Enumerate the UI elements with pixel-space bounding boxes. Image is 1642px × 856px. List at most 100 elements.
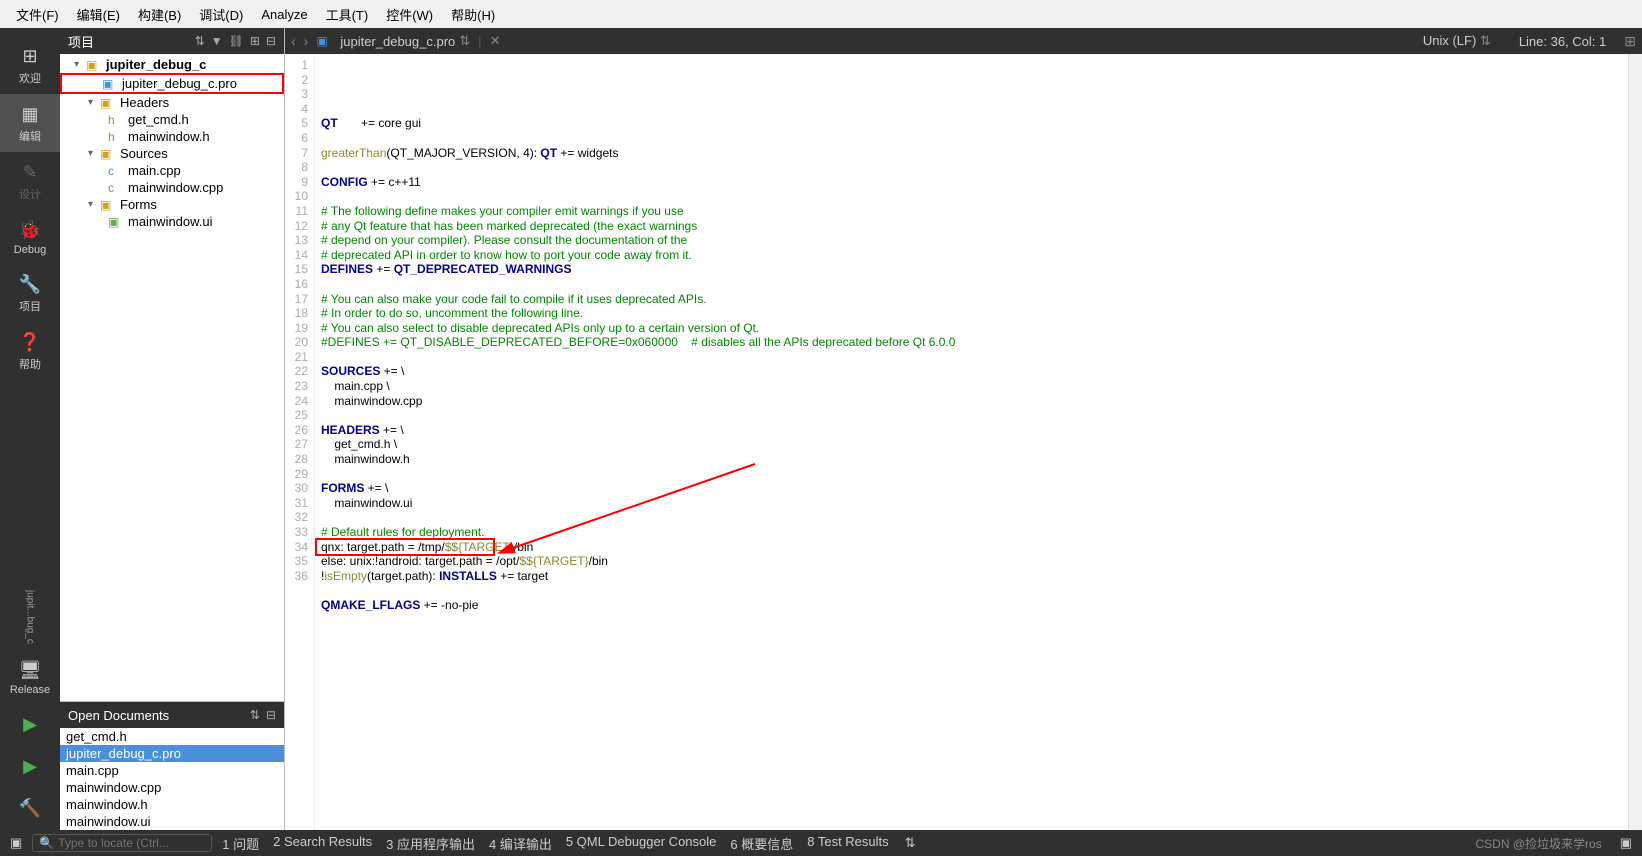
mode-help[interactable]: ❓帮助 [0, 322, 60, 380]
pro-file[interactable]: ▣jupiter_debug_c.pro [60, 73, 284, 94]
code-line[interactable] [321, 350, 1622, 365]
locator-search[interactable]: 🔍 [32, 834, 212, 852]
open-docs-list[interactable]: get_cmd.hjupiter_debug_c.promain.cppmain… [60, 728, 284, 830]
nav-back-icon[interactable]: ‹ [291, 33, 296, 49]
headers-folder[interactable]: ▾▣Headers [60, 94, 284, 111]
build-button[interactable]: 🔨 [0, 788, 60, 830]
menu-build[interactable]: 构建(B) [130, 3, 189, 26]
code-line[interactable]: mainwindow.h [321, 452, 1622, 467]
output-tab[interactable]: 3 应用程序输出 [380, 834, 481, 853]
output-tab[interactable]: 2 Search Results [267, 834, 378, 853]
open-doc-item[interactable]: jupiter_debug_c.pro [60, 745, 284, 762]
header-file[interactable]: hmainwindow.h [60, 128, 284, 145]
header-file[interactable]: hget_cmd.h [60, 111, 284, 128]
split-editor-icon[interactable]: ⊞ [1624, 33, 1636, 50]
code-line[interactable]: QT += core gui [321, 116, 1622, 131]
output-tab[interactable]: 5 QML Debugger Console [560, 834, 723, 853]
kit-selector[interactable]: 🖥Release [0, 650, 60, 704]
code-line[interactable]: FORMS += \ [321, 481, 1622, 496]
split-icon[interactable]: ⊟ [266, 34, 276, 48]
code-line[interactable]: DEFINES += QT_DEPRECATED_WARNINGS [321, 262, 1622, 277]
line-number-gutter[interactable]: 1234567891011121314151617181920212223242… [285, 54, 315, 830]
open-doc-item[interactable]: mainwindow.cpp [60, 779, 284, 796]
code-line[interactable]: QMAKE_LFLAGS += -no-pie [321, 598, 1622, 613]
split-icon[interactable]: ⊟ [266, 708, 276, 722]
open-doc-item[interactable]: get_cmd.h [60, 728, 284, 745]
sidebar-toggle-icon[interactable]: ▣ [4, 835, 28, 851]
code-line[interactable]: CONFIG += c++11 [321, 175, 1622, 190]
code-line[interactable]: SOURCES += \ [321, 364, 1622, 379]
code-line[interactable]: !isEmpty(target.path): INSTALLS += targe… [321, 569, 1622, 584]
code-line[interactable] [321, 189, 1622, 204]
chevron-icon[interactable]: ⇅ [899, 835, 922, 851]
forms-folder[interactable]: ▾▣Forms [60, 196, 284, 213]
menu-debug[interactable]: 调试(D) [191, 3, 251, 26]
link-icon[interactable]: ⛓ [229, 34, 244, 48]
code-line[interactable]: mainwindow.ui [321, 496, 1622, 511]
close-editor-icon[interactable]: ✕ [490, 33, 501, 49]
code-line[interactable] [321, 583, 1622, 598]
code-line[interactable]: # You can also select to disable depreca… [321, 321, 1622, 336]
output-tab[interactable]: 6 概要信息 [724, 834, 799, 853]
locator-input[interactable] [58, 836, 198, 850]
code-line[interactable] [321, 131, 1622, 146]
open-doc-item[interactable]: mainwindow.h [60, 796, 284, 813]
code-line[interactable]: # deprecated API in order to know how to… [321, 248, 1622, 263]
debug-run-button[interactable]: ▶ [0, 746, 60, 788]
menu-file[interactable]: 文件(F) [8, 3, 67, 26]
code-line[interactable]: qnx: target.path = /tmp/$${TARGET}/bin [321, 540, 1622, 555]
code-line[interactable] [321, 627, 1622, 642]
output-tab[interactable]: 4 编译输出 [483, 834, 558, 853]
code-line[interactable]: # Default rules for deployment. [321, 525, 1622, 540]
code-line[interactable]: HEADERS += \ [321, 423, 1622, 438]
nav-forward-icon[interactable]: › [304, 33, 309, 49]
output-tab[interactable]: 1 问题 [216, 834, 265, 853]
mode-design[interactable]: ✎设计 [0, 152, 60, 210]
menu-help[interactable]: 帮助(H) [443, 3, 503, 26]
code-line[interactable]: main.cpp \ [321, 379, 1622, 394]
close-output-icon[interactable]: ▣ [1614, 835, 1638, 851]
menu-analyze[interactable]: Analyze [253, 5, 315, 24]
form-file[interactable]: ▣mainwindow.ui [60, 213, 284, 230]
code-line[interactable] [321, 467, 1622, 482]
code-line[interactable] [321, 408, 1622, 423]
menu-edit[interactable]: 编辑(E) [69, 3, 128, 26]
code-line[interactable]: #DEFINES += QT_DISABLE_DEPRECATED_BEFORE… [321, 335, 1622, 350]
menu-tools[interactable]: 工具(T) [318, 3, 377, 26]
output-tab[interactable]: 8 Test Results [801, 834, 894, 853]
code-line[interactable]: get_cmd.h \ [321, 437, 1622, 452]
mode-debug[interactable]: 🐞Debug [0, 210, 60, 264]
code-line[interactable] [321, 613, 1622, 628]
filter-icon[interactable]: ▼ [211, 34, 223, 48]
project-tab-label[interactable]: jupit...bug_c [23, 584, 38, 650]
code-line[interactable]: # any Qt feature that has been marked de… [321, 219, 1622, 234]
code-line[interactable] [321, 510, 1622, 525]
code-line[interactable]: # In order to do so, uncomment the follo… [321, 306, 1622, 321]
code-line[interactable]: else: unix:!android: target.path = /opt/… [321, 554, 1622, 569]
source-file[interactable]: cmain.cpp [60, 162, 284, 179]
code-line[interactable]: # You can also make your code fail to co… [321, 292, 1622, 307]
mode-welcome[interactable]: ⊞欢迎 [0, 36, 60, 94]
cursor-position[interactable]: Line: 36, Col: 1 [1509, 34, 1616, 49]
mode-projects[interactable]: 🔧项目 [0, 264, 60, 322]
open-doc-item[interactable]: main.cpp [60, 762, 284, 779]
project-tree[interactable]: ▾▣jupiter_debug_c ▣jupiter_debug_c.pro ▾… [60, 54, 284, 701]
sort-icon[interactable]: ⇅ [195, 34, 205, 48]
code-line[interactable] [321, 277, 1622, 292]
expand-icon[interactable]: ⊞ [250, 34, 260, 48]
line-ending-selector[interactable]: Unix (LF) ⇅ [1413, 33, 1501, 49]
sources-folder[interactable]: ▾▣Sources [60, 145, 284, 162]
code-line[interactable] [321, 160, 1622, 175]
code-line[interactable]: # The following define makes your compil… [321, 204, 1622, 219]
vertical-scrollbar[interactable] [1628, 54, 1642, 830]
mode-edit[interactable]: ▦编辑 [0, 94, 60, 152]
code-line[interactable]: greaterThan(QT_MAJOR_VERSION, 4): QT += … [321, 146, 1622, 161]
menu-widgets[interactable]: 控件(W) [378, 3, 441, 26]
source-file[interactable]: cmainwindow.cpp [60, 179, 284, 196]
open-doc-item[interactable]: mainwindow.ui [60, 813, 284, 830]
code-line[interactable]: # depend on your compiler). Please consu… [321, 233, 1622, 248]
project-root[interactable]: ▾▣jupiter_debug_c [60, 56, 284, 73]
file-selector[interactable]: ▣ jupiter_debug_c.pro ⇅ [316, 33, 470, 49]
code-line[interactable]: mainwindow.cpp [321, 394, 1622, 409]
sort-icon[interactable]: ⇅ [250, 708, 260, 722]
